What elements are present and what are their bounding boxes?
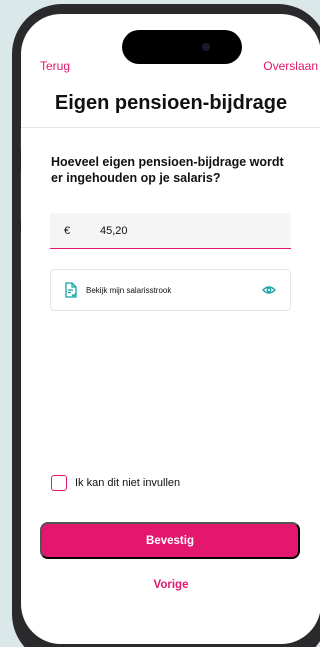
cannot-fill-option[interactable]: Ik kan dit niet invullen xyxy=(51,475,180,491)
previous-link[interactable]: Vorige xyxy=(21,579,320,591)
question-text: Hoeveel eigen pensioen-bijdrage wordt er… xyxy=(51,155,284,185)
page-title: Eigen pensioen-bijdrage xyxy=(54,92,288,114)
amount-value: 45,20 xyxy=(100,224,128,237)
document-check-icon xyxy=(64,282,78,298)
view-payslip-button[interactable]: Bekijk mijn salarisstrook xyxy=(50,269,291,311)
app-screen: Terug Overslaan Eigen pensioen-bijdrage … xyxy=(21,14,320,644)
confirm-button[interactable]: Bevestig xyxy=(40,522,300,559)
header-divider xyxy=(21,127,320,128)
amount-input[interactable]: € 45,20 xyxy=(50,213,291,249)
camera-icon xyxy=(202,43,210,51)
cannot-fill-checkbox[interactable] xyxy=(51,475,67,491)
cannot-fill-label: Ik kan dit niet invullen xyxy=(75,477,181,489)
currency-symbol: € xyxy=(64,224,71,237)
eye-icon[interactable] xyxy=(262,285,276,295)
skip-link[interactable]: Overslaan xyxy=(263,59,318,73)
view-payslip-label: Bekijk mijn salarisstrook xyxy=(86,285,172,295)
back-link[interactable]: Terug xyxy=(40,59,70,73)
dynamic-island xyxy=(122,30,242,64)
